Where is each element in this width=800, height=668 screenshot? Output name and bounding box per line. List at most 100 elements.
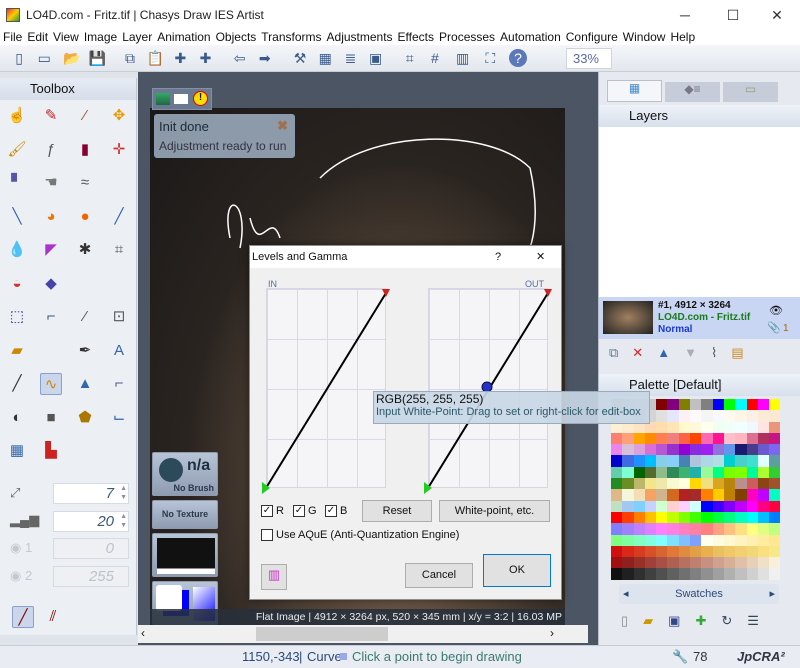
palette-swatch[interactable] bbox=[622, 432, 634, 445]
palette-swatch[interactable] bbox=[622, 455, 634, 467]
warning-icon[interactable]: ! bbox=[193, 91, 208, 106]
palette-swatch[interactable] bbox=[622, 545, 634, 558]
palette-swatch[interactable] bbox=[769, 444, 781, 456]
notification-close-icon[interactable]: ✖ bbox=[277, 118, 288, 134]
palette-swatch[interactable] bbox=[611, 466, 623, 479]
landscape-icon[interactable] bbox=[156, 93, 170, 105]
palette-swatch[interactable] bbox=[633, 568, 645, 580]
palette-icon[interactable]: ▦ bbox=[316, 49, 334, 67]
palette-swatch[interactable] bbox=[712, 455, 724, 467]
palette-swatch[interactable] bbox=[723, 489, 736, 501]
warp-icon[interactable]: ⌙ bbox=[108, 407, 130, 429]
palette-swatch[interactable] bbox=[746, 421, 758, 433]
cube-icon[interactable]: ■ bbox=[40, 407, 62, 429]
palette-swatch[interactable] bbox=[644, 478, 657, 490]
palette-swatch[interactable] bbox=[701, 489, 713, 501]
spinner-arrows[interactable]: ▲ ▼ bbox=[120, 484, 127, 502]
palette-swatch[interactable] bbox=[667, 455, 679, 467]
palette-swatch[interactable] bbox=[611, 523, 623, 535]
palette-swatch[interactable] bbox=[667, 511, 679, 524]
palette-swatch[interactable] bbox=[735, 545, 747, 558]
palette-swatch[interactable] bbox=[656, 466, 668, 479]
palette-swatch[interactable] bbox=[690, 455, 702, 467]
palette-swatch[interactable] bbox=[633, 444, 645, 456]
menu-layer[interactable]: Layer bbox=[122, 30, 152, 45]
palette-swatch[interactable] bbox=[611, 432, 623, 445]
palette-swatch[interactable] bbox=[678, 557, 691, 569]
palette-swatch[interactable] bbox=[746, 557, 758, 569]
layer-properties-icon[interactable]: ▤ bbox=[731, 345, 743, 361]
menu-help[interactable]: Help bbox=[670, 30, 695, 45]
palette-swatch[interactable] bbox=[712, 557, 724, 569]
palette-swatch[interactable] bbox=[656, 444, 668, 456]
palette-swatch[interactable] bbox=[633, 455, 645, 467]
palette-swatch[interactable] bbox=[712, 410, 724, 422]
palette-swatch[interactable] bbox=[701, 545, 713, 558]
palette-swatch[interactable] bbox=[701, 399, 713, 411]
histogram-icon[interactable]: ▙ bbox=[40, 440, 62, 462]
palette-swatch[interactable] bbox=[690, 511, 702, 524]
palette-swatch[interactable] bbox=[746, 545, 758, 558]
palette-swatch[interactable] bbox=[622, 557, 634, 569]
white-point-button[interactable]: White-point, etc. bbox=[439, 500, 550, 522]
palette-swatch[interactable] bbox=[644, 455, 657, 467]
palette-swatch[interactable] bbox=[644, 500, 657, 512]
palette-swatch[interactable] bbox=[644, 523, 657, 535]
palette-swatch[interactable] bbox=[723, 432, 736, 445]
opacity-input[interactable]: 20 ▲ ▼ bbox=[53, 511, 129, 532]
palette-swatch[interactable] bbox=[735, 489, 747, 501]
palette-swatch[interactable] bbox=[667, 557, 679, 569]
palette-swatch[interactable] bbox=[723, 534, 736, 546]
palette-swatch[interactable] bbox=[678, 489, 691, 501]
spray-icon[interactable]: ▘ bbox=[6, 172, 28, 194]
palette-swatch[interactable] bbox=[633, 489, 645, 501]
fullscreen-icon[interactable]: ⛶ bbox=[481, 49, 499, 67]
palette-swatch[interactable] bbox=[757, 523, 770, 535]
palette-swatch[interactable] bbox=[757, 500, 770, 512]
palette-swatch[interactable] bbox=[611, 545, 623, 558]
palette-swatch[interactable] bbox=[712, 545, 724, 558]
palette-swatch[interactable] bbox=[712, 399, 724, 411]
palette-swatch[interactable] bbox=[757, 410, 770, 422]
palette-swatch[interactable] bbox=[723, 478, 736, 490]
scroll-right-icon[interactable]: › bbox=[550, 626, 554, 640]
palette-swatch[interactable] bbox=[622, 466, 634, 479]
palette-swatch[interactable] bbox=[746, 399, 758, 411]
palette-swatch[interactable] bbox=[757, 455, 770, 467]
histogram-preview[interactable] bbox=[152, 533, 218, 577]
refresh-icon[interactable]: ↻ bbox=[721, 613, 732, 629]
open-icon[interactable]: 📂 bbox=[63, 49, 81, 67]
r-checkbox[interactable]: ✓ bbox=[261, 505, 273, 517]
new-palette-icon[interactable]: ▯ bbox=[621, 613, 628, 629]
palette-swatch[interactable] bbox=[656, 511, 668, 524]
cone-icon[interactable]: ◤ bbox=[40, 239, 62, 261]
palette-swatch[interactable] bbox=[622, 489, 634, 501]
shapes-icon[interactable]: ▲ bbox=[74, 373, 96, 395]
panel-icon[interactable]: ▥ bbox=[454, 49, 472, 67]
palette-swatch[interactable] bbox=[757, 511, 770, 524]
palette-swatch[interactable] bbox=[611, 557, 623, 569]
feather-icon[interactable]: ✒ bbox=[74, 340, 96, 362]
palette-swatch[interactable] bbox=[667, 478, 679, 490]
zoom-input[interactable]: 33% bbox=[566, 48, 612, 69]
palette-swatch[interactable] bbox=[678, 523, 691, 535]
palette-swatch[interactable] bbox=[690, 444, 702, 456]
palette-swatch[interactable] bbox=[690, 399, 702, 411]
palette-swatch[interactable] bbox=[690, 557, 702, 569]
palette-swatch[interactable] bbox=[757, 489, 770, 501]
palette-swatch[interactable] bbox=[690, 432, 702, 445]
gradient-fill-icon[interactable]: ◆ bbox=[40, 273, 62, 295]
splat-icon[interactable]: ✱ bbox=[74, 239, 96, 261]
spinner-arrows[interactable]: ▲ ▼ bbox=[120, 512, 127, 530]
palette-swatch[interactable] bbox=[746, 432, 758, 445]
menu-configure[interactable]: Configure bbox=[566, 30, 618, 45]
brush-icon[interactable]: 🖌 bbox=[6, 139, 28, 161]
visibility-eye-icon[interactable]: 👁 bbox=[769, 304, 783, 317]
palette-swatch[interactable] bbox=[757, 399, 770, 411]
palette-swatch[interactable] bbox=[735, 466, 747, 479]
eyedropper-icon[interactable]: ⁄ bbox=[74, 105, 96, 127]
attach-icon[interactable]: ⌇ bbox=[711, 345, 717, 361]
menu-objects[interactable]: Objects bbox=[216, 30, 257, 45]
palette-swatch[interactable] bbox=[701, 534, 713, 546]
palette-swatch[interactable] bbox=[656, 399, 668, 411]
